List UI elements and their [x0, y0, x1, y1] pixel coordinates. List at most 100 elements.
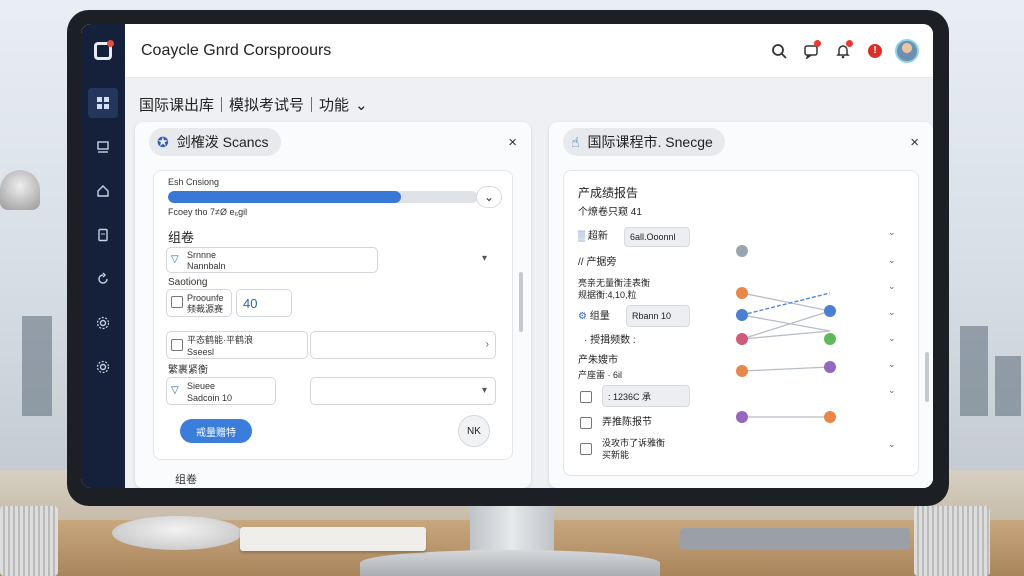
close-icon[interactable]: × [508, 134, 517, 151]
logo-icon [94, 39, 114, 60]
panel-header: ✪ 剑榷泼 Scancs × [135, 122, 531, 162]
background-building [995, 356, 1021, 416]
graph-edge [741, 292, 831, 312]
description: 没攻市了诉雅衡 [602, 438, 666, 448]
star-badge-icon: ✪ [157, 133, 169, 150]
text-input[interactable]: › [310, 331, 496, 359]
layers-icon [97, 141, 109, 153]
chevron-down-icon: › [485, 339, 489, 350]
progress-fill [168, 191, 401, 203]
graph-node [736, 309, 748, 321]
top-bar: Coaycle Gnrd Corsproours ! [81, 24, 933, 78]
app-logo[interactable] [81, 24, 125, 78]
panel-title: 国际课程市. Snecge [587, 134, 713, 150]
checkbox[interactable] [580, 417, 592, 429]
value-field[interactable]: Rbann 10 [626, 305, 690, 327]
background-building [960, 326, 988, 416]
chevron-down-icon[interactable]: ⌄ [888, 281, 896, 292]
field-hint: Sseesl [187, 347, 215, 357]
home-icon [97, 185, 109, 197]
alert-icon[interactable]: ! [861, 37, 889, 65]
sidebar-item-dashboard[interactable] [88, 88, 118, 118]
chevron-down-icon[interactable]: ⌄ [355, 96, 368, 114]
monitor-stand [470, 498, 554, 558]
graph-edge [741, 314, 831, 332]
bell-icon[interactable] [829, 37, 857, 65]
scrollbar[interactable] [519, 272, 523, 332]
pen-cup [0, 506, 58, 576]
document-icon [98, 228, 108, 242]
section-heading: // 产据旁 [578, 257, 617, 268]
graph-node [736, 245, 748, 257]
name-field[interactable]: ▽ Srnnne Nannbaln [166, 247, 378, 273]
size-field[interactable]: ▽ Sieuee Sadcoin 10 [166, 377, 276, 405]
sidebar-item-library[interactable] [88, 132, 118, 162]
field-label: Sieuee [187, 381, 216, 391]
sidebar-item-home[interactable] [88, 176, 118, 206]
report-title: 产成绩报告 [578, 186, 639, 200]
flow-graph [736, 245, 836, 423]
search-icon[interactable] [765, 37, 793, 65]
graph-node [824, 361, 836, 373]
refresh-icon [98, 272, 108, 284]
graph-node [824, 411, 836, 423]
row-label: 弄推陈报节 [602, 417, 652, 428]
chevron-down-icon[interactable]: ⌄ [888, 385, 896, 396]
field-hint: Sadcoin 10 [187, 393, 233, 403]
notification-dot [846, 39, 853, 47]
panel-title-chip: ✪ 剑榷泼 Scancs [149, 128, 281, 156]
value-field[interactable]: : 1236C 承 [602, 385, 690, 407]
graph-node [824, 333, 836, 345]
sidebar [81, 78, 125, 488]
report-panel: ☝ 国际课程市. Snecge × 产成绩报告 个燎卷只窥 41 ▒ 超新 6a… [549, 122, 933, 488]
row-label: ⚙ 组量 [578, 311, 610, 322]
select-input[interactable]: ▾ [310, 377, 496, 405]
settings-icon [96, 316, 110, 330]
checkbox[interactable] [171, 339, 183, 351]
graph-edge [741, 366, 831, 372]
sidebar-item-documents[interactable] [88, 220, 118, 250]
progress-bar [168, 191, 478, 203]
product-field[interactable]: Proounfe 频裁源赛 [166, 289, 232, 317]
checkbox[interactable] [171, 296, 183, 308]
chevron-down-icon: ▾ [481, 385, 487, 396]
chevron-down-icon[interactable]: ▾ [482, 253, 487, 264]
sidebar-item-history[interactable] [88, 264, 118, 294]
chevron-down-icon[interactable]: ⌄ [888, 333, 896, 344]
primary-button[interactable]: 戒量赠特 [180, 419, 252, 443]
scan-panel: ✪ 剑榷泼 Scancs × Esh Cnsiong ⌄ Fcoey tho 7… [135, 122, 531, 488]
checkbox[interactable] [580, 443, 592, 455]
section-heading: 产朱嫂市 [578, 355, 618, 366]
notebook [240, 527, 426, 551]
progress-label: Esh Cnsiong [168, 177, 220, 187]
report-subtitle: 个燎卷只窥 41 [578, 207, 642, 218]
ceiling-lamp [0, 170, 40, 210]
chevron-down-icon[interactable]: ⌄ [888, 359, 896, 370]
footer-label: 组卷 [175, 474, 197, 486]
breadcrumb[interactable]: 国际课出库｜模拟考试号｜功能 ⌄ [139, 94, 368, 115]
scrollbar[interactable] [925, 352, 929, 402]
value-field[interactable]: 6all.Ooonnl [624, 227, 690, 247]
field-heading: 繁裹紧衡 [168, 365, 208, 376]
avatar[interactable] [895, 38, 919, 63]
chevron-down-icon[interactable]: ⌄ [888, 227, 896, 238]
graph-node [736, 411, 748, 423]
row-label: ▒ 超新 [578, 231, 608, 242]
chevron-down-icon[interactable]: ⌄ [888, 307, 896, 318]
notification-dot [814, 39, 821, 47]
ok-button[interactable]: NK [458, 415, 490, 447]
description: 产座雷 · 6il [578, 370, 623, 380]
checkbox[interactable] [580, 391, 592, 403]
chat-icon[interactable] [797, 37, 825, 65]
value-input[interactable]: 40 [236, 289, 292, 317]
sidebar-item-config[interactable] [88, 352, 118, 382]
chevron-down-icon[interactable]: ⌄ [888, 439, 896, 450]
sidebar-item-settings[interactable] [88, 308, 118, 338]
app-window: Coaycle Gnrd Corsproours ! 国际课出库｜模拟考试号｜功… [81, 24, 933, 488]
chevron-down-icon[interactable]: ⌄ [888, 255, 896, 266]
close-icon[interactable]: × [910, 134, 919, 151]
capability-field[interactable]: 平态鹤能·平鹤浪 Sseesl [166, 331, 308, 359]
graph-node [736, 365, 748, 377]
field-heading: Saotiong [168, 277, 208, 288]
chevron-down-icon[interactable]: ⌄ [476, 186, 502, 208]
